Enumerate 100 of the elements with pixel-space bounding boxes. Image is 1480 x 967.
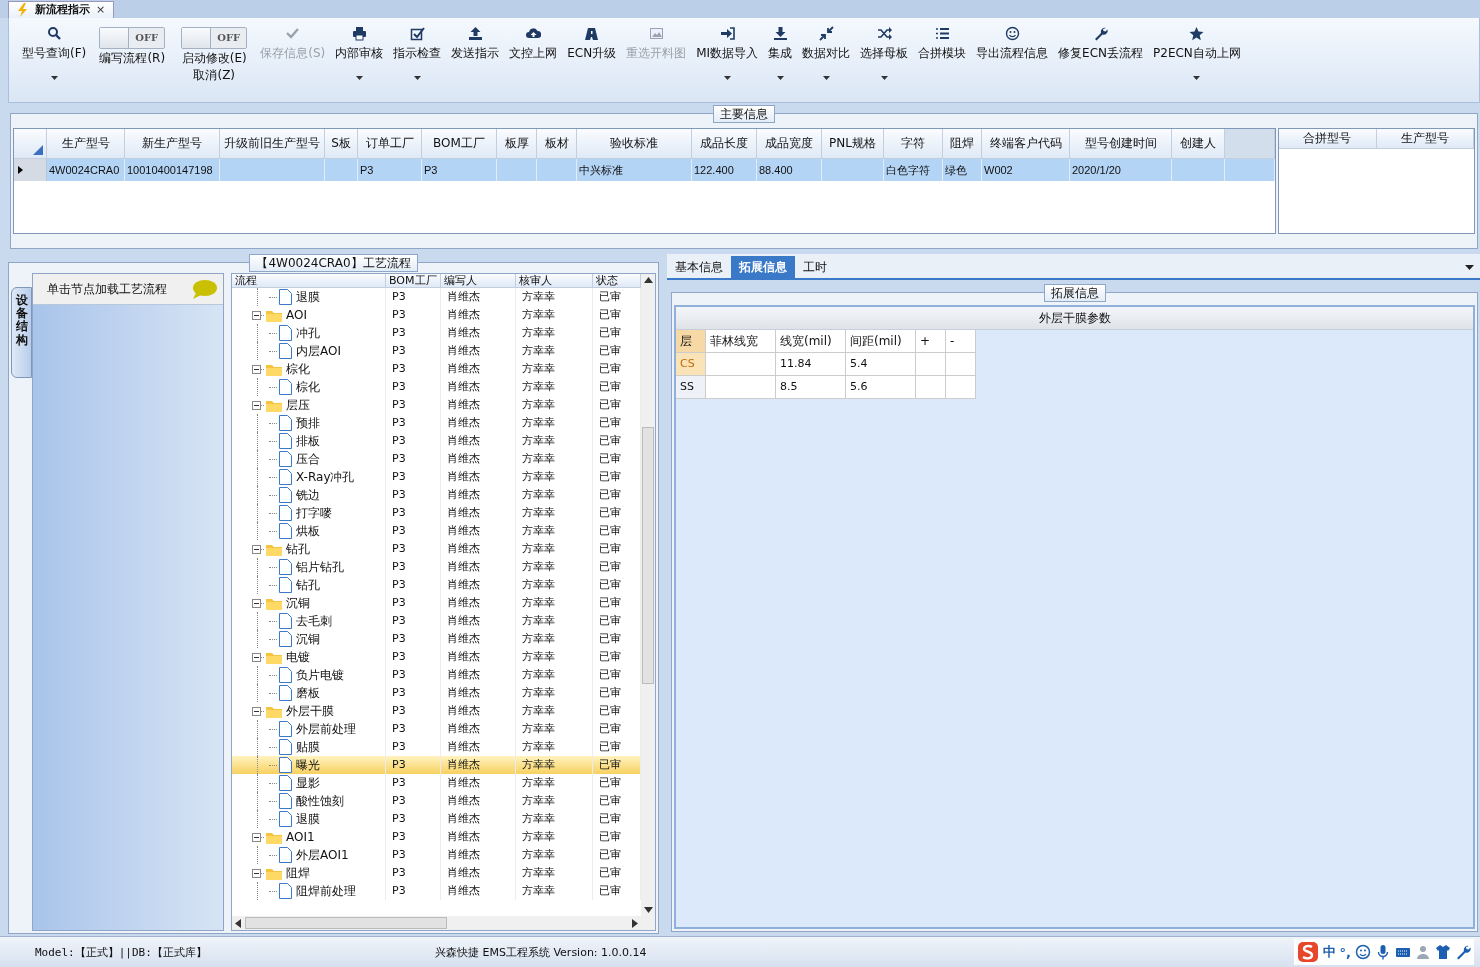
toolbar-button[interactable]: 修复ECN丢流程 [1055,22,1147,88]
tab[interactable]: 拓展信息 [731,256,795,278]
tree-row[interactable]: 阻焊 P3 肖维杰 方幸幸 已审 [232,864,641,882]
toolbar-button[interactable]: 发送指示 [448,22,503,88]
toolbar-button[interactable]: 指示检查 [390,22,445,88]
tree-row[interactable]: 内层AOI P3 肖维杰 方幸幸 已审 [232,342,641,360]
toolbar-button[interactable]: ECN升级 [564,22,620,88]
scrollbar[interactable] [641,274,655,916]
tree-row[interactable]: 曝光 P3 肖维杰 方幸幸 已审 [232,756,641,774]
column-header[interactable]: 型号创建时间 [1070,129,1172,159]
column-header[interactable]: 终端客户代码 [982,129,1070,159]
toolbar-button[interactable]: 内部审核 [332,22,387,88]
column-header[interactable]: 板厚 [497,129,537,159]
tree-row[interactable]: 排板 P3 肖维杰 方幸幸 已审 [232,432,641,450]
column-header[interactable]: 线宽(mil) [776,330,846,353]
tree-row[interactable]: 铣边 P3 肖维杰 方幸幸 已审 [232,486,641,504]
toggle-switch[interactable]: OFF [99,27,166,49]
column-header[interactable]: 订单工厂 [358,129,422,159]
scroll-thumb[interactable] [245,917,447,929]
tree-row[interactable]: X-Ray冲孔 P3 肖维杰 方幸幸 已审 [232,468,641,486]
tray-text[interactable]: 中 [1322,943,1336,961]
tree-row[interactable]: 打字嘜 P3 肖维杰 方幸幸 已审 [232,504,641,522]
expander-icon[interactable] [252,652,261,662]
column-header[interactable]: 字符 [884,129,943,159]
tree-row[interactable]: 电镀 P3 肖维杰 方幸幸 已审 [232,648,641,666]
column-header[interactable]: S板 [325,129,358,159]
column-header[interactable]: PNL规格 [822,129,884,159]
toolbar-button[interactable]: 导出流程信息 [973,22,1052,88]
column-header[interactable]: 编写人 [441,274,516,288]
tree-row[interactable]: AOI1 P3 肖维杰 方幸幸 已审 [232,828,641,846]
column-header[interactable]: 创建人 [1172,129,1225,159]
tree-row[interactable]: 外层前处理 P3 肖维杰 方幸幸 已审 [232,720,641,738]
expander-icon[interactable] [252,544,261,554]
tree-row[interactable]: 烘板 P3 肖维杰 方幸幸 已审 [232,522,641,540]
tree-row[interactable]: 预排 P3 肖维杰 方幸幸 已审 [232,414,641,432]
tree-row[interactable]: 退膜 P3 肖维杰 方幸幸 已审 [232,810,641,828]
column-header[interactable]: - [946,330,976,353]
column-header[interactable]: 状态 [593,274,641,288]
column-header[interactable]: 成品长度 [692,129,757,159]
tree-row[interactable]: 钻孔 P3 肖维杰 方幸幸 已审 [232,540,641,558]
tree-row[interactable]: 阻焊前处理 P3 肖维杰 方幸幸 已审 [232,882,641,900]
expander-icon[interactable] [252,400,261,410]
tree-row[interactable]: 退膜 P3 肖维杰 方幸幸 已审 [232,288,641,306]
column-header[interactable]: BOM工厂 [422,129,497,159]
tree-row[interactable]: 层压 P3 肖维杰 方幸幸 已审 [232,396,641,414]
expander-icon[interactable] [252,868,261,878]
column-header[interactable]: 新生产型号 [125,129,220,159]
column-header[interactable]: 成品宽度 [757,129,822,159]
close-button[interactable]: × [96,4,106,16]
tree-row[interactable]: 酸性蚀刻 P3 肖维杰 方幸幸 已审 [232,792,641,810]
toggle-switch[interactable]: OFF [181,27,248,49]
toolbar-button[interactable]: 文控上网 [506,22,561,88]
tree-row[interactable]: 棕化 P3 肖维杰 方幸幸 已审 [232,378,641,396]
expander-icon[interactable] [252,310,261,320]
scroll-thumb[interactable] [642,427,654,684]
column-header[interactable]: 升级前旧生产型号 [220,129,325,159]
document-tab[interactable]: 新流程指示 × [8,1,115,18]
column-header[interactable]: 间距(mil) [846,330,916,353]
column-header[interactable]: 阻焊 [943,129,982,159]
tree-row[interactable]: 棕化 P3 肖维杰 方幸幸 已审 [232,360,641,378]
column-header[interactable]: 层 [676,330,706,353]
tree-row[interactable]: 铝片钻孔 P3 肖维杰 方幸幸 已审 [232,558,641,576]
column-header[interactable]: 验收标准 [577,129,692,159]
expander-icon[interactable] [252,832,261,842]
toolbar-button[interactable]: 型号查询(F) [19,22,90,88]
column-header[interactable]: 核审人 [516,274,593,288]
side-tab[interactable]: 设备结构 [11,287,32,378]
expander-icon[interactable] [252,598,261,608]
tree-row[interactable]: 沉铜 P3 肖维杰 方幸幸 已审 [232,630,641,648]
tree-row[interactable]: AOI P3 肖维杰 方幸幸 已审 [232,306,641,324]
tray-text[interactable]: °, [1339,944,1351,960]
column-header[interactable]: 合拼型号 [1279,129,1377,149]
column-header[interactable]: + [916,330,946,353]
toolbar-button[interactable]: 集成 [765,22,796,88]
column-header[interactable]: BOM工厂 [386,274,441,288]
column-header[interactable]: 生产型号 [47,129,125,159]
expander-icon[interactable] [252,706,261,716]
toolbar-button[interactable]: 数据对比 [799,22,854,88]
tree-row[interactable]: 冲孔 P3 肖维杰 方幸幸 已审 [232,324,641,342]
column-header[interactable]: 板材 [537,129,577,159]
tree-row[interactable]: 沉铜 P3 肖维杰 方幸幸 已审 [232,594,641,612]
toolbar-button[interactable]: 合拼模块 [915,22,970,88]
tree-row[interactable]: 显影 P3 肖维杰 方幸幸 已审 [232,774,641,792]
row-header[interactable] [14,159,47,181]
tree-row[interactable]: 压合 P3 肖维杰 方幸幸 已审 [232,450,641,468]
tree-row[interactable]: 去毛刺 P3 肖维杰 方幸幸 已审 [232,612,641,630]
toolbar-button[interactable]: P2ECN自动上网 [1150,22,1244,88]
tree-row[interactable]: 外层AOI1 P3 肖维杰 方幸幸 已审 [232,846,641,864]
tab[interactable]: 基本信息 [667,256,731,278]
tree-row[interactable]: 负片电镀 P3 肖维杰 方幸幸 已审 [232,666,641,684]
tree-row[interactable]: 磨板 P3 肖维杰 方幸幸 已审 [232,684,641,702]
toolbar-button[interactable]: 选择母板 [857,22,912,88]
column-header[interactable]: 生产型号 [1376,129,1474,149]
expander-icon[interactable] [252,364,261,374]
tree-row[interactable]: 钻孔 P3 肖维杰 方幸幸 已审 [232,576,641,594]
scrollbar[interactable] [232,916,655,930]
tree-row[interactable]: 外层干膜 P3 肖维杰 方幸幸 已审 [232,702,641,720]
toolbar-button[interactable]: MI数据导入 [693,22,762,88]
column-header[interactable]: 菲林线宽 [706,330,776,353]
column-header[interactable]: 流程 [232,274,386,288]
